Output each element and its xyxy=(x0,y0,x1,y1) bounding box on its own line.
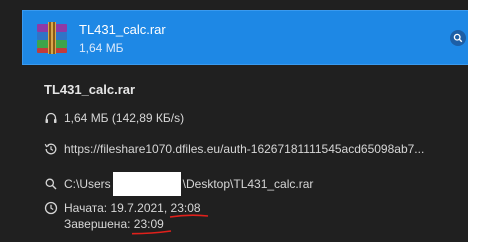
outer-background-right xyxy=(468,0,484,248)
screenshot-frame: TL431_calc.rar 1,64 МБ TL431_calc.rar 1,… xyxy=(0,0,484,248)
finished-time-wrap: 23:09 xyxy=(131,217,171,235)
path-suffix: \Desktop\TL431_calc.rar xyxy=(182,177,314,191)
headphones-icon xyxy=(44,111,58,125)
search-icon[interactable] xyxy=(44,177,58,191)
details-file-name: TL431_calc.rar xyxy=(44,82,136,97)
source-url[interactable]: https://fileshare1070.dfiles.eu/auth-162… xyxy=(64,142,424,156)
file-path[interactable]: C:\Users \Desktop\TL431_calc.rar xyxy=(64,172,313,196)
download-size: 1,64 МБ xyxy=(79,41,124,55)
size-row: 1,64 МБ (142,89 КБ/s) xyxy=(44,111,184,125)
history-icon xyxy=(44,142,58,156)
url-row: https://fileshare1070.dfiles.eu/auth-162… xyxy=(44,142,424,156)
redacted-username xyxy=(112,172,181,196)
size-detail-text: 1,64 МБ (142,89 КБ/s) xyxy=(64,111,185,125)
time-row: Начата: 19.7.2021, 23:08 Завершена: 23:0… xyxy=(44,200,208,235)
started-time-wrap: 23:08 xyxy=(169,201,208,218)
time-details: Начата: 19.7.2021, 23:08 Завершена: 23:0… xyxy=(64,200,208,235)
download-panel: TL431_calc.rar 1,64 МБ TL431_calc.rar 1,… xyxy=(0,0,474,242)
started-date: 19.7.2021, xyxy=(110,201,168,215)
download-item[interactable]: TL431_calc.rar 1,64 МБ xyxy=(22,10,474,65)
outer-background-bottom xyxy=(0,242,484,248)
search-icon[interactable] xyxy=(450,30,466,46)
finished-line: Завершена: 23:09 xyxy=(64,216,201,235)
finished-label: Завершена: xyxy=(64,217,131,231)
winrar-archive-icon xyxy=(35,22,69,54)
started-line: Начата: 19.7.2021, 23:08 xyxy=(64,200,208,218)
clock-icon xyxy=(44,201,58,215)
started-label: Начата: xyxy=(64,201,108,215)
path-prefix: C:\Users xyxy=(64,177,111,191)
finished-time-underline xyxy=(131,230,171,235)
download-file-name: TL431_calc.rar xyxy=(79,22,166,37)
path-row: C:\Users \Desktop\TL431_calc.rar xyxy=(44,172,313,196)
